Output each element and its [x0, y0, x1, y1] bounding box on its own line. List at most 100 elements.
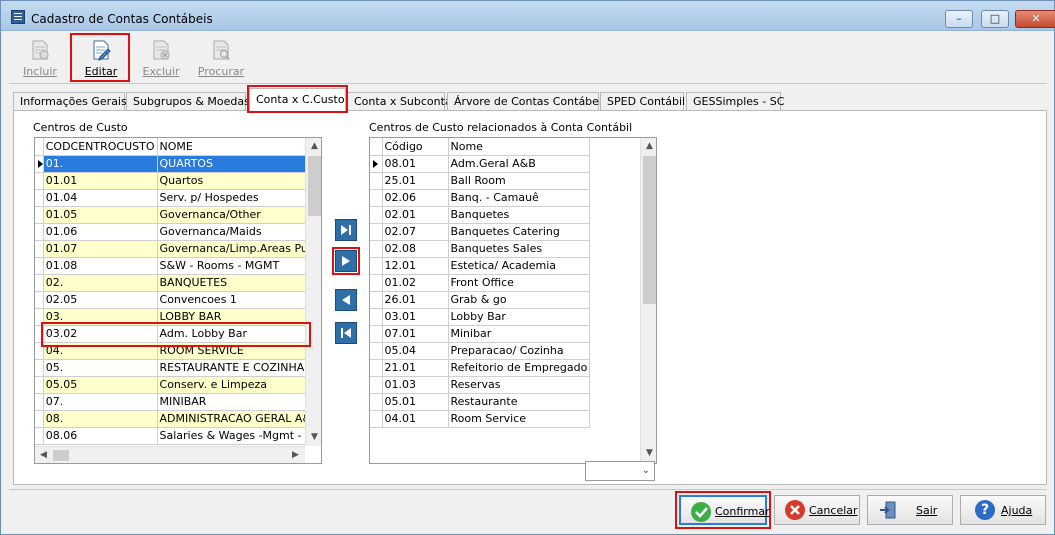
cell-code[interactable]: 02.05	[43, 291, 158, 309]
tab-gessimples[interactable]: GESSimples - SC	[686, 92, 784, 110]
cell-name[interactable]: Convencoes 1	[157, 291, 321, 309]
table-row[interactable]: 08.06 Salaries & Wages -Mgmt - Pr	[35, 427, 321, 445]
cell-code[interactable]: 01.05	[43, 206, 158, 224]
col-header-codcentrocusto[interactable]: CODCENTROCUSTO	[43, 138, 158, 156]
cell-code[interactable]: 08.	[43, 410, 158, 428]
table-row[interactable]: 08. ADMINISTRACAO GERAL A&E	[35, 410, 321, 428]
cell-code[interactable]: 01.01	[43, 172, 158, 190]
left-horizontal-scrollbar[interactable]: ◀ ▶	[35, 446, 305, 463]
row-indicator[interactable]	[35, 376, 44, 394]
right-vertical-scrollbar[interactable]: ▲ ▼	[640, 138, 656, 463]
cell-code[interactable]: 02.07	[382, 223, 449, 241]
table-row[interactable]: 01.01 Quartos	[35, 172, 321, 190]
table-row[interactable]: 01.08 S&W - Rooms - MGMT	[35, 257, 321, 275]
cell-code[interactable]: 05.	[43, 359, 158, 377]
cell-code[interactable]: 12.01	[382, 257, 449, 275]
cell-code[interactable]: 05.01	[382, 393, 449, 411]
cell-name[interactable]: Quartos	[157, 172, 321, 190]
excluir-button[interactable]: Excluir	[133, 35, 189, 80]
cell-code[interactable]: 02.06	[382, 189, 449, 207]
cell-code[interactable]: 08.01	[382, 155, 449, 173]
table-row[interactable]: 08.01 Adm.Geral A&B	[370, 155, 591, 173]
cell-name[interactable]: Estetica/ Academia	[448, 257, 591, 275]
scroll-down-icon[interactable]: ▼	[641, 448, 656, 458]
cell-name[interactable]: Salaries & Wages -Mgmt - Pr	[157, 427, 321, 445]
scroll-up-icon[interactable]: ▲	[641, 141, 656, 151]
row-indicator[interactable]	[35, 427, 44, 445]
col-header-nome[interactable]: Nome	[448, 138, 591, 156]
col-header-nome[interactable]: NOME	[157, 138, 321, 156]
cell-name[interactable]: Adm.Geral A&B	[448, 155, 591, 173]
cell-code[interactable]: 08.06	[43, 427, 158, 445]
tab-arvore-contas[interactable]: Árvore de Contas Contábeis	[447, 92, 608, 110]
cell-name[interactable]: ADMINISTRACAO GERAL A&E	[157, 410, 321, 428]
scroll-right-icon[interactable]: ▶	[287, 450, 304, 460]
cell-name[interactable]: Grab & go	[448, 291, 591, 309]
row-indicator[interactable]	[370, 325, 383, 343]
cell-code[interactable]: 21.01	[382, 359, 449, 377]
ajuda-button[interactable]: ? Ajuda	[960, 495, 1046, 525]
minimize-button[interactable]: –	[945, 10, 973, 28]
cell-code[interactable]: 02.	[43, 274, 158, 292]
cell-name[interactable]: Refeitorio de Empregado	[448, 359, 591, 377]
tab-conta-ccusto[interactable]: Conta x C.Custo	[249, 88, 346, 111]
row-indicator[interactable]	[370, 172, 383, 190]
table-row[interactable]: 25.01 Ball Room	[370, 172, 591, 190]
cell-name[interactable]: Preparacao/ Cozinha	[448, 342, 591, 360]
cell-name[interactable]: Ball Room	[448, 172, 591, 190]
row-indicator[interactable]	[370, 274, 383, 292]
cell-name[interactable]: Front Office	[448, 274, 591, 292]
table-row[interactable]: 02.01 Banquetes	[370, 206, 591, 224]
row-indicator[interactable]	[370, 189, 383, 207]
tab-informacoes-gerais[interactable]: Informações Gerais	[13, 92, 127, 110]
scroll-down-icon[interactable]: ▼	[306, 432, 321, 442]
row-indicator[interactable]	[35, 206, 44, 224]
row-indicator[interactable]	[370, 155, 383, 173]
cell-code[interactable]: 01.	[43, 155, 158, 173]
cell-name[interactable]: Banquetes Catering	[448, 223, 591, 241]
table-row[interactable]: 01.06 Governanca/Maids	[35, 223, 321, 241]
cell-code[interactable]: 25.01	[382, 172, 449, 190]
table-row[interactable]: 01.02 Front Office	[370, 274, 591, 292]
tab-sped-contabil[interactable]: SPED Contábil	[600, 92, 685, 110]
table-row[interactable]: 05.04 Preparacao/ Cozinha	[370, 342, 591, 360]
row-indicator[interactable]	[35, 359, 44, 377]
row-indicator[interactable]	[370, 410, 383, 428]
remove-one-button[interactable]	[335, 289, 357, 311]
table-row[interactable]: 01. QUARTOS	[35, 155, 321, 173]
cell-name[interactable]: BANQUETES	[157, 274, 321, 292]
row-indicator[interactable]	[370, 308, 383, 326]
table-row[interactable]: 01.03 Reservas	[370, 376, 591, 394]
row-indicator[interactable]	[370, 257, 383, 275]
cell-name[interactable]: Room Service	[448, 410, 591, 428]
row-indicator[interactable]	[35, 223, 44, 241]
cell-code[interactable]: 01.03	[382, 376, 449, 394]
cell-code[interactable]: 01.04	[43, 189, 158, 207]
cell-name[interactable]: Restaurante	[448, 393, 591, 411]
cell-code[interactable]: 07.01	[382, 325, 449, 343]
filter-combobox[interactable]: ⌄	[585, 461, 655, 481]
cell-code[interactable]: 01.02	[382, 274, 449, 292]
cell-name[interactable]: Minibar	[448, 325, 591, 343]
tab-subgrupos-moedas[interactable]: Subgrupos & Moedas	[126, 92, 250, 110]
table-row[interactable]: 02.08 Banquetes Sales	[370, 240, 591, 258]
procurar-button[interactable]: Procurar	[193, 35, 249, 80]
row-indicator[interactable]	[35, 189, 44, 207]
add-one-button[interactable]	[332, 247, 360, 275]
table-row[interactable]: 02.06 Banq. - Camauê	[370, 189, 591, 207]
row-indicator[interactable]	[35, 274, 44, 292]
left-vertical-scrollbar[interactable]: ▲ ▼	[305, 138, 321, 446]
incluir-button[interactable]: Incluir	[12, 35, 68, 80]
cell-name[interactable]: Banquetes	[448, 206, 591, 224]
table-row[interactable]: 02.05 Convencoes 1	[35, 291, 321, 309]
right-vscroll-thumb[interactable]	[643, 156, 656, 304]
cell-code[interactable]: 05.05	[43, 376, 158, 394]
cell-name[interactable]: Governanca/Other	[157, 206, 321, 224]
table-row[interactable]: 05.01 Restaurante	[370, 393, 591, 411]
row-indicator[interactable]	[370, 206, 383, 224]
centros-relacionados-grid[interactable]: Código Nome 08.01 Adm.Geral A&B 25.01 Ball …	[369, 137, 657, 464]
row-indicator[interactable]	[370, 240, 383, 258]
row-indicator[interactable]	[370, 359, 383, 377]
table-row[interactable]: 07. MINIBAR	[35, 393, 321, 411]
cell-code[interactable]: 07.	[43, 393, 158, 411]
